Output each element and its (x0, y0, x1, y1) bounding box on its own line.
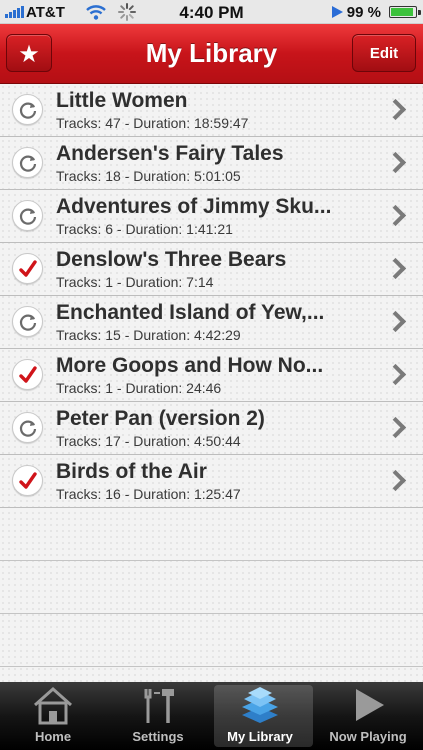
chevron-right-icon (384, 363, 407, 386)
book-title: Peter Pan (version 2) (56, 407, 265, 430)
battery-percent: 99 % (346, 4, 381, 21)
tab-settings-label: Settings (132, 729, 184, 744)
list-item[interactable]: Enchanted Island of Yew,... Tracks: 15 - … (0, 296, 423, 349)
location-arrow-icon (332, 6, 343, 18)
sync-icon (12, 147, 43, 178)
book-title: Andersen's Fairy Tales (56, 142, 284, 165)
sync-icon (12, 412, 43, 443)
tools-icon (144, 689, 174, 723)
home-icon (34, 686, 72, 725)
sync-icon (12, 94, 43, 125)
tab-my-library[interactable]: My Library (210, 682, 313, 750)
book-meta: Tracks: 16 - Duration: 1:25:47 (56, 486, 241, 502)
chevron-right-icon (384, 469, 407, 492)
checkmark-icon (12, 359, 43, 390)
checkmark-icon (12, 253, 43, 284)
book-meta: Tracks: 18 - Duration: 5:01:05 (56, 168, 241, 184)
tab-settings[interactable]: Settings (108, 682, 208, 750)
list-item[interactable]: Andersen's Fairy Tales Tracks: 18 - Durat… (0, 137, 423, 190)
book-meta: Tracks: 17 - Duration: 4:50:44 (56, 433, 241, 449)
book-meta: Tracks: 1 - Duration: 24:46 (56, 380, 222, 396)
empty-row (0, 667, 423, 682)
empty-row (0, 508, 423, 561)
edit-button-label: Edit (369, 45, 399, 62)
book-meta: Tracks: 47 - Duration: 18:59:47 (56, 115, 249, 131)
sync-icon (12, 200, 43, 231)
sync-icon (12, 306, 43, 337)
tab-home-label: Home (34, 729, 72, 744)
library-list[interactable]: Little Women Tracks: 47 - Duration: 18:59… (0, 84, 423, 682)
tab-now-playing[interactable]: Now Playing (318, 682, 418, 750)
navigation-bar: ★ My Library Edit (0, 24, 423, 84)
list-item[interactable]: Peter Pan (version 2) Tracks: 17 - Durati… (0, 402, 423, 455)
book-title: Adventures of Jimmy Sku... (56, 195, 332, 218)
status-bar: AT&T 4:40 PM 99 % (0, 0, 423, 24)
book-title: Birds of the Air (56, 460, 207, 483)
battery-icon (389, 6, 421, 18)
chevron-right-icon (384, 310, 407, 333)
list-item[interactable]: Adventures of Jimmy Sku... Tracks: 6 - Du… (0, 190, 423, 243)
books-icon (242, 687, 278, 723)
edit-button[interactable]: Edit (352, 34, 416, 72)
list-item[interactable]: More Goops and How No... Tracks: 1 - Dura… (0, 349, 423, 402)
checkmark-icon (12, 465, 43, 496)
list-item[interactable]: Birds of the Air Tracks: 16 - Duration: 1… (0, 455, 423, 508)
tab-home[interactable]: Home (3, 682, 103, 750)
book-title: Denslow's Three Bears (56, 248, 287, 271)
book-title: Enchanted Island of Yew,... (56, 301, 325, 324)
book-meta: Tracks: 6 - Duration: 1:41:21 (56, 221, 233, 237)
chevron-right-icon (384, 257, 407, 280)
book-title: More Goops and How No... (56, 354, 324, 377)
tab-now-playing-label: Now Playing (329, 729, 407, 744)
chevron-right-icon (384, 98, 407, 121)
chevron-right-icon (384, 204, 407, 227)
book-meta: Tracks: 15 - Duration: 4:42:29 (56, 327, 241, 343)
empty-row (0, 614, 423, 667)
tab-bar: Home Settings My Library Now Playing (0, 682, 423, 750)
book-title: Little Women (56, 89, 188, 112)
list-item[interactable]: Denslow's Three Bears Tracks: 1 - Duratio… (0, 243, 423, 296)
play-icon (356, 689, 384, 721)
book-meta: Tracks: 1 - Duration: 7:14 (56, 274, 214, 290)
chevron-right-icon (384, 151, 407, 174)
chevron-right-icon (384, 416, 407, 439)
tab-my-library-label: My Library (227, 729, 293, 744)
list-item[interactable]: Little Women Tracks: 47 - Duration: 18:59… (0, 84, 423, 137)
empty-row (0, 561, 423, 614)
